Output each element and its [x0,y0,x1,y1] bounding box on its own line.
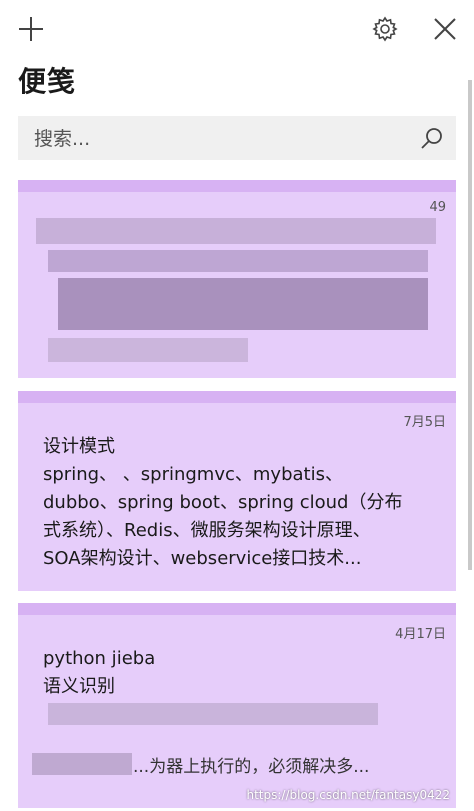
title-bar [0,0,474,60]
close-button[interactable] [430,14,460,44]
search-input[interactable] [18,116,426,162]
note-line: SOA架构设计、webservice接口技术... [43,548,362,569]
add-note-button[interactable] [16,14,46,44]
note-date: 7月5日 [403,415,446,430]
note-header-strip [18,391,456,403]
note-body: 设计模式 spring、 、springmvc、mybatis、 dubbo、s… [43,433,440,573]
note-card[interactable]: 7月5日 设计模式 spring、 、springmvc、mybatis、 du… [18,391,456,591]
page-title: 便笺 [18,65,77,98]
note-line: 式系统）、Redis、微服务架构设计原理、 [43,520,371,541]
watermark: https://blog.csdn.net/fantasy0422 [246,788,451,802]
search-icon[interactable] [420,126,444,150]
search-box [18,116,456,162]
gear-icon [372,16,398,42]
note-line: 语义识别 [43,676,115,697]
note-line: ...为器上执行的，必须解决多... [133,757,370,777]
note-header-strip [18,180,456,192]
scrollbar[interactable] [468,80,472,570]
note-line: dubbo、spring boot、spring cloud（分布 [43,492,403,513]
note-card[interactable]: 4月17日 python jieba 语义识别 ...为器上执行的，必须解决多.… [18,603,456,808]
note-header-strip [18,603,456,615]
note-date: 4月17日 [395,627,446,642]
note-body: python jieba 语义识别 [43,645,440,701]
plus-icon [19,17,43,41]
note-line: python jieba [43,648,156,669]
note-card[interactable]: 49 [18,180,456,378]
note-date: 49 [429,200,446,215]
note-line: spring、 、springmvc、mybatis、 [43,464,343,485]
note-line: 设计模式 [43,436,115,457]
close-icon [434,18,456,40]
settings-button[interactable] [370,14,400,44]
